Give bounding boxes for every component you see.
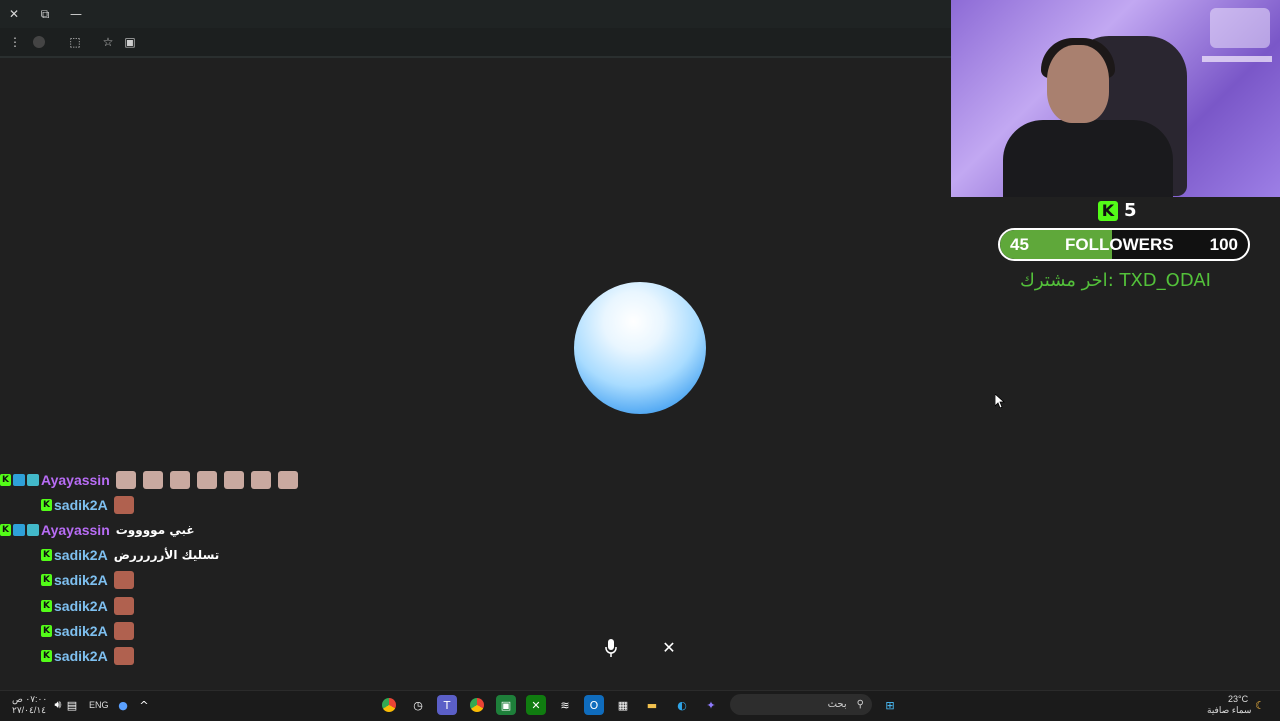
green-app-icon[interactable]: ▣ (496, 695, 516, 715)
edge-icon[interactable]: ◐ (672, 695, 692, 715)
weather-text[interactable]: سماء صافية (1207, 705, 1251, 716)
clock-date[interactable]: ٢٧/٠٤/١٤ (12, 705, 46, 716)
taskbar-search[interactable]: بحث ⚲ (730, 694, 872, 715)
founder-badge-icon (13, 523, 25, 536)
weather-temp[interactable]: 23°C (1228, 694, 1248, 704)
gift-badge-icon (27, 473, 39, 486)
teams-icon[interactable]: T (437, 695, 457, 715)
profile-icon[interactable] (28, 28, 50, 56)
chat-username[interactable]: Ayayassin (41, 522, 110, 538)
kick-badge-icon: K (41, 624, 52, 637)
chat-list: K Ayayassin Ksadik2A K Ayayassin غبي مووووت Ks… (0, 467, 400, 669)
chat-username[interactable]: sadik2A (54, 497, 108, 513)
chat-text: تسليك الأرررررض (113, 548, 220, 563)
background-light (1210, 8, 1270, 48)
kick-badge-icon: K (41, 599, 52, 612)
restore-icon[interactable]: ⧉ (31, 0, 59, 28)
followers-goal-bar: 45 FOLLOWERS 100 (998, 228, 1250, 261)
extensions-icon[interactable]: ⬚ (64, 28, 86, 56)
chat-message: Ksadik2A تسليك الأرررررض (0, 543, 400, 568)
chat-emote (142, 470, 163, 489)
kick-badge-icon: K (0, 473, 11, 486)
chat-emote (196, 470, 217, 489)
chat-emote (277, 470, 298, 489)
file-explorer-icon[interactable]: ▬ (642, 695, 662, 715)
mouse-cursor (994, 393, 1006, 412)
chat-username[interactable]: Ayayassin (41, 472, 110, 488)
streamer-head (1047, 45, 1109, 123)
webcam-feed (951, 0, 1280, 197)
chat-username[interactable]: sadik2A (54, 547, 108, 563)
chat-message: K Ayayassin (0, 467, 400, 492)
chat-message: Ksadik2A (0, 618, 400, 643)
minimize-icon[interactable]: — (62, 0, 90, 28)
chat-message: Ksadik2A (0, 568, 400, 593)
microphone-tray-icon[interactable]: ● (113, 695, 133, 715)
gift-badge-icon (27, 523, 39, 536)
chat-text: غبي مووووت (115, 522, 195, 537)
chrome-alt-icon[interactable] (467, 695, 487, 715)
taskbar (0, 690, 1280, 721)
background-shelf (1202, 56, 1272, 62)
chat-emote (113, 495, 134, 514)
chat-username[interactable]: sadik2A (54, 572, 108, 588)
chat-emote (113, 596, 134, 615)
store-icon[interactable]: ▦ (613, 695, 633, 715)
kick-badge-icon: K (41, 574, 52, 587)
outlook-icon[interactable]: O (584, 695, 604, 715)
close-icon[interactable]: ✕ (0, 0, 28, 28)
chrome-icon[interactable] (379, 695, 399, 715)
chevron-up-icon[interactable]: ^ (134, 695, 154, 715)
subscriber-count: K 5 (1098, 200, 1137, 221)
subscriber-number: 5 (1124, 200, 1137, 221)
search-placeholder: بحث (827, 699, 847, 710)
browser-titlebar (0, 0, 951, 28)
kick-badge-icon: K (0, 523, 11, 536)
chat-message: Ksadik2A (0, 643, 400, 668)
voice-orb (574, 282, 706, 414)
language-indicator[interactable]: ENG (89, 700, 109, 710)
microphone-icon[interactable] (598, 634, 624, 662)
founder-badge-icon (13, 473, 25, 486)
chat-emote (113, 646, 134, 665)
windows-start-icon[interactable]: ⊞ (880, 695, 900, 715)
kick-badge-icon: K (41, 649, 52, 662)
chat-emote (115, 470, 136, 489)
chat-message: K Ayayassin غبي مووووت (0, 517, 400, 542)
kick-badge-icon: K (41, 549, 52, 562)
followers-label: FOLLOWERS (1064, 234, 1174, 254)
streamer-body (1003, 120, 1173, 197)
chat-username[interactable]: sadik2A (54, 648, 108, 664)
stack-app-icon[interactable]: ≋ (555, 695, 575, 715)
chat-username[interactable]: sadik2A (54, 623, 108, 639)
kick-badge-icon: K (41, 498, 52, 511)
network-icon[interactable]: ▤ (62, 695, 82, 715)
followers-current: 45 (1010, 234, 1029, 254)
chat-message: Ksadik2A (0, 492, 400, 517)
chat-emote (113, 571, 134, 590)
chat-emote (169, 470, 190, 489)
install-app-icon[interactable]: ▣ (119, 28, 141, 56)
kick-logo-icon: K (1098, 200, 1118, 221)
chat-emote (113, 621, 134, 640)
search-icon: ⚲ (856, 699, 864, 710)
last-subscriber: اخر مشترك: TXD_ODAI (1020, 270, 1211, 291)
close-icon[interactable]: ✕ (658, 636, 680, 658)
clock-time[interactable]: ٠٧:٠٠ ص (12, 694, 47, 705)
chat-emote (250, 470, 271, 489)
xbox-icon[interactable]: ✕ (526, 695, 546, 715)
timer-app-icon[interactable]: ◷ (408, 695, 428, 715)
bookmark-star-icon[interactable]: ☆ (97, 28, 119, 56)
chat-message: Ksadik2A (0, 593, 400, 618)
address-bar (0, 28, 951, 58)
chat-username[interactable]: sadik2A (54, 598, 108, 614)
menu-dots-icon[interactable]: ⋮ (4, 28, 26, 56)
weather-moon-icon[interactable]: ☾ (1250, 695, 1270, 715)
chat-emote (223, 470, 244, 489)
copilot-icon[interactable]: ✦ (701, 695, 721, 715)
followers-goal: 100 (1209, 234, 1238, 254)
